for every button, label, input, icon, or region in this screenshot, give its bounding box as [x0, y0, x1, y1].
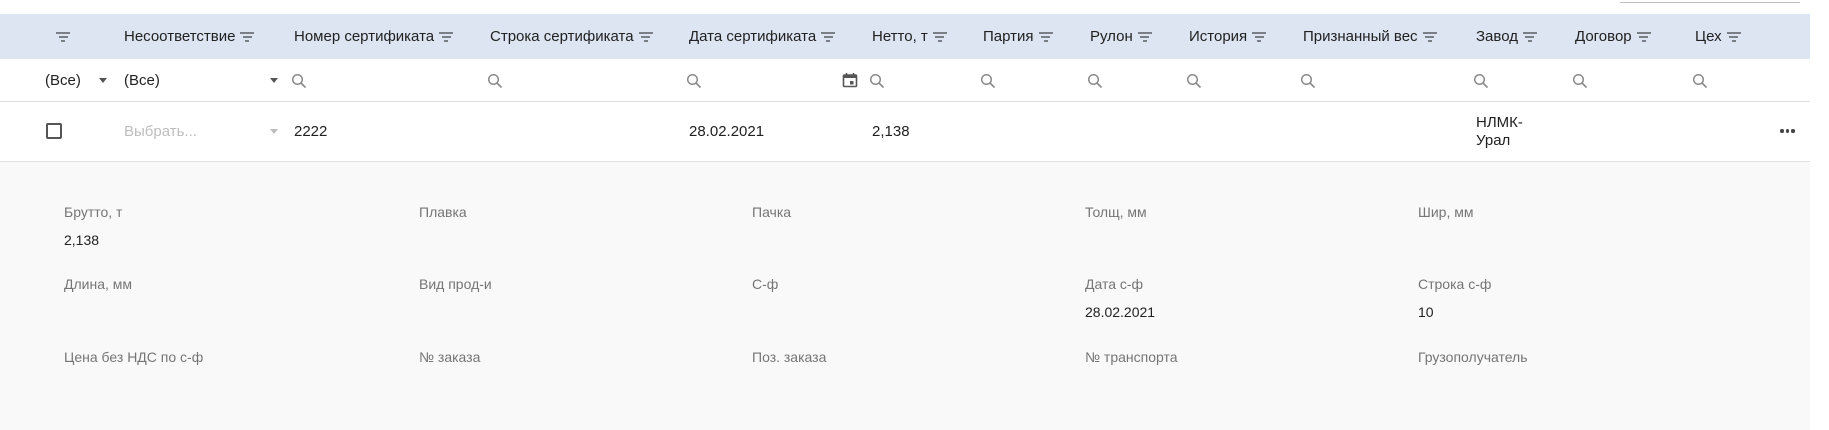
calendar-icon[interactable] [842, 72, 858, 88]
header-label: Договор [1575, 28, 1632, 45]
filter-icon[interactable] [932, 31, 947, 42]
detail-label: № заказа [419, 349, 481, 365]
select-filter-value: (Все) [45, 71, 81, 89]
detail-label: Длина, мм [64, 276, 133, 292]
header-label: Нетто, т [872, 28, 928, 45]
detail-label: Строка с-ф [1418, 276, 1492, 292]
header-cert-number[interactable]: Номер сертификата [294, 14, 454, 59]
nesootvetstvie-select[interactable]: Выбрать... [124, 123, 278, 140]
detail-label: № транспорта [1085, 349, 1178, 365]
header-label: Партия [983, 28, 1034, 45]
header-label: Рулон [1090, 28, 1133, 45]
filter-icon[interactable] [638, 31, 653, 42]
select-placeholder: Выбрать... [124, 123, 197, 140]
search-icon[interactable] [1186, 73, 1202, 89]
detail-label: Пачка [752, 204, 792, 220]
chevron-down-icon[interactable] [270, 77, 278, 83]
header-cert-line[interactable]: Строка сертификата [490, 14, 653, 59]
search-icon[interactable] [980, 73, 996, 89]
detail-label: Толщ, мм [1085, 204, 1147, 220]
filter-icon[interactable] [1038, 31, 1053, 42]
cell-cert-number: 2222 [294, 123, 328, 140]
grid-header: Несоответствие Номер сертификата Строка … [0, 14, 1810, 59]
chevron-down-icon[interactable] [99, 77, 107, 83]
header-party[interactable]: Партия [983, 14, 1053, 59]
cell-plant-line: НЛМК- [1476, 114, 1523, 131]
top-bar [0, 0, 1810, 14]
filter-icon[interactable] [240, 31, 255, 42]
filter-icon[interactable] [1422, 31, 1437, 42]
detail-label: Плавка [419, 204, 467, 220]
filter-icon[interactable] [1726, 31, 1741, 42]
search-icon[interactable] [1087, 73, 1103, 89]
search-icon[interactable] [869, 73, 885, 89]
row-checkbox[interactable] [46, 123, 62, 139]
cell-cert-date: 28.02.2021 [689, 123, 765, 140]
header-label: Строка сертификата [490, 28, 634, 45]
nesootvetstvie-filter-value: (Все) [124, 71, 160, 89]
more-horizontal-icon[interactable] [1780, 129, 1795, 133]
detail-label: Шир, мм [1418, 204, 1474, 220]
filter-icon[interactable] [439, 31, 454, 42]
search-box-underline[interactable] [1620, 2, 1800, 3]
detail-label: Цена без НДС по с-ф [64, 349, 204, 365]
header-label: Цех [1695, 28, 1722, 45]
cell-plant-line: Урал [1476, 132, 1511, 149]
search-icon[interactable] [1300, 73, 1316, 89]
detail-label: Дата с-ф [1085, 276, 1144, 292]
filter-icon[interactable] [821, 31, 836, 42]
header-label: Несоответствие [124, 28, 236, 45]
header-label: Завод [1476, 28, 1518, 45]
detail-value: 10 [1418, 304, 1434, 320]
header-accepted-weight[interactable]: Признанный вес [1303, 14, 1437, 59]
nesootvetstvie-filter-dropdown[interactable]: (Все) [124, 59, 278, 101]
filter-icon[interactable] [1522, 31, 1537, 42]
header-contract[interactable]: Договор [1575, 14, 1651, 59]
header-nesootvetstvie[interactable]: Несоответствие [124, 14, 255, 59]
search-icon[interactable] [487, 73, 503, 89]
detail-label: Вид прод-и [419, 276, 492, 292]
filter-icon[interactable] [1137, 31, 1152, 42]
cell-netto: 2,138 [872, 123, 910, 140]
search-icon[interactable] [1572, 73, 1588, 89]
filter-icon[interactable] [1636, 31, 1651, 42]
header-label: Признанный вес [1303, 28, 1418, 45]
detail-value: 2,138 [64, 232, 100, 248]
filter-row: (Все) (Все) [0, 59, 1810, 102]
header-netto[interactable]: Нетто, т [872, 14, 947, 59]
detail-panel: Брутто, т 2,138 Плавка Пачка Толщ, мм Ши… [0, 162, 1810, 430]
header-plant[interactable]: Завод [1476, 14, 1537, 59]
header-filter-toggle[interactable] [51, 14, 70, 59]
detail-label: Грузополучатель [1418, 349, 1528, 365]
header-label: Номер сертификата [294, 28, 435, 45]
header-shop[interactable]: Цех [1695, 14, 1741, 59]
search-icon[interactable] [1692, 73, 1708, 89]
search-icon[interactable] [686, 73, 702, 89]
select-filter-dropdown[interactable]: (Все) [45, 59, 107, 101]
header-label: Дата сертификата [689, 28, 817, 45]
search-icon[interactable] [1473, 73, 1489, 89]
detail-value: 28.02.2021 [1085, 304, 1156, 320]
cell-plant: НЛМК- Урал [1476, 114, 1523, 150]
header-roll[interactable]: Рулон [1090, 14, 1152, 59]
search-icon[interactable] [291, 73, 307, 89]
header-cert-date[interactable]: Дата сертификата [689, 14, 836, 59]
header-history[interactable]: История [1189, 14, 1267, 59]
scrollbar-area[interactable] [1810, 0, 1829, 430]
detail-label: Поз. заказа [752, 349, 827, 365]
filter-icon[interactable] [1252, 31, 1267, 42]
filter-icon[interactable] [56, 31, 70, 42]
header-label: История [1189, 28, 1248, 45]
detail-label: С-ф [752, 276, 779, 292]
chevron-down-icon[interactable] [270, 129, 278, 134]
detail-label: Брутто, т [64, 204, 123, 220]
table-row[interactable]: Выбрать... 2222 28.02.2021 2,138 НЛМК- У… [0, 102, 1810, 162]
